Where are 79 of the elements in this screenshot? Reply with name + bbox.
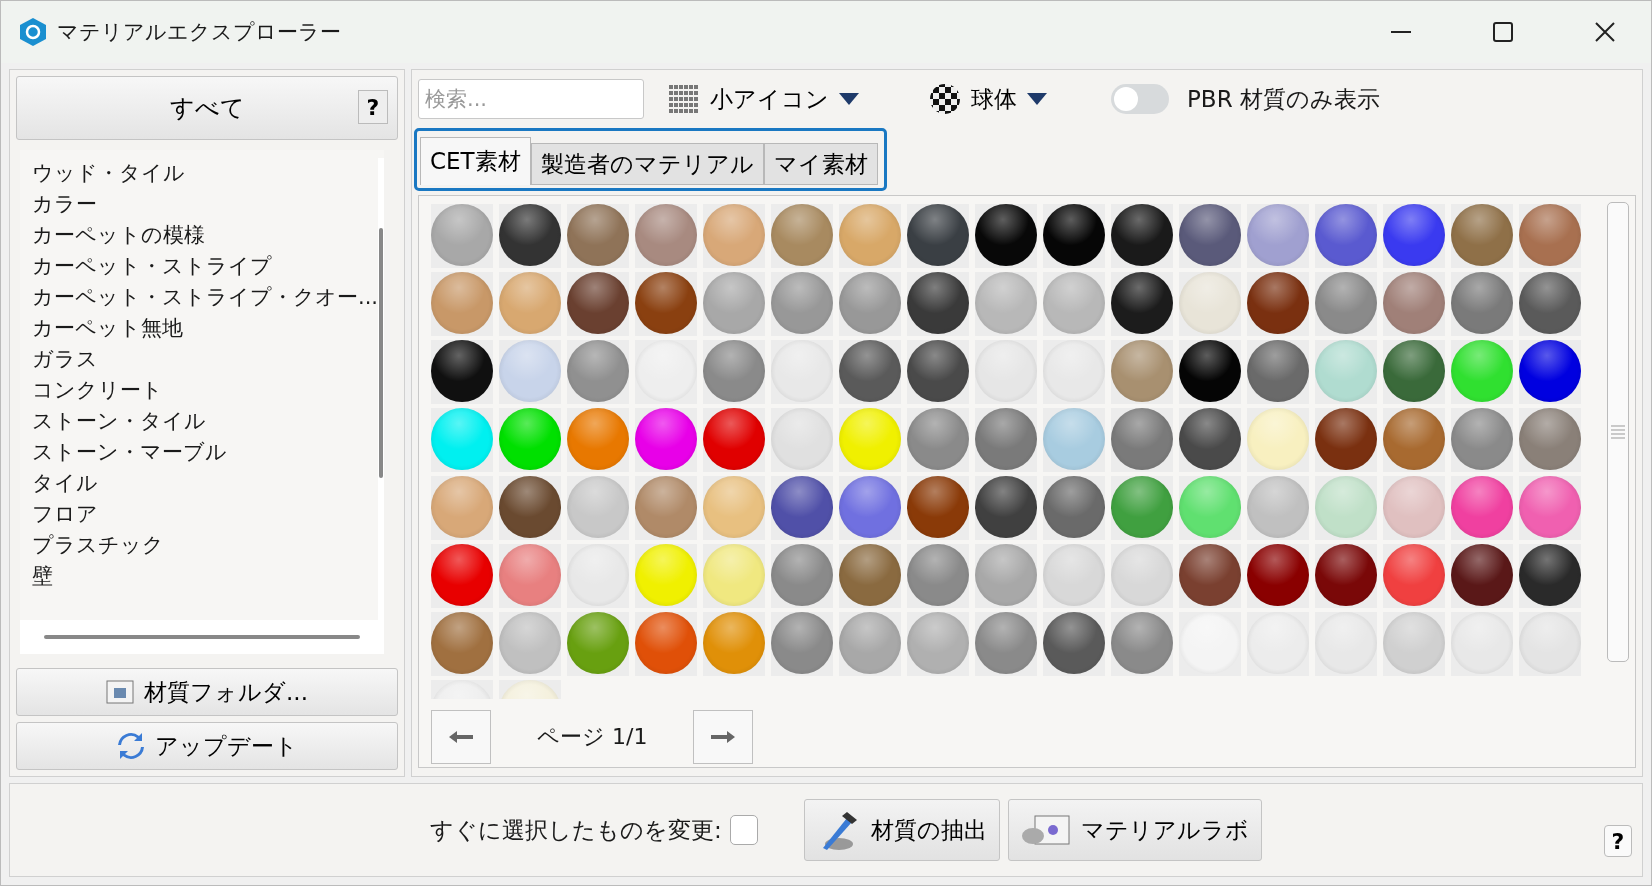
tab[interactable]: 製造者のマテリアル (530, 143, 764, 185)
material-sphere[interactable] (975, 476, 1037, 538)
maximize-icon (1493, 22, 1513, 42)
category-item[interactable]: カーペット・ストライプ (32, 251, 379, 282)
close-icon (1595, 22, 1615, 42)
tab[interactable]: マイ素材 (763, 143, 878, 185)
category-item[interactable]: フロア (32, 499, 379, 530)
pbr-toggle-label: PBR 材質のみ表示 (1187, 84, 1380, 114)
category-item[interactable]: カーペットの模様 (32, 220, 379, 251)
instant-change-checkbox[interactable] (729, 815, 758, 845)
page-indicator: ページ 1/1 (537, 723, 648, 752)
category-item[interactable]: ウッド・タイル (32, 158, 379, 189)
category-item[interactable]: コンクリート (32, 375, 379, 406)
category-item[interactable]: ガラス (32, 344, 379, 375)
category-item[interactable]: 壁 (32, 561, 379, 592)
material-sphere[interactable] (907, 204, 969, 266)
tab[interactable]: CET素材 (420, 137, 531, 185)
next-page-button[interactable] (693, 710, 754, 765)
material-sphere[interactable] (771, 476, 833, 538)
scrollbar-thumb[interactable] (379, 228, 383, 478)
category-item[interactable]: プラスチック (32, 530, 379, 561)
material-sphere[interactable] (499, 204, 561, 266)
material-sphere[interactable] (1247, 272, 1309, 334)
material-lab-icon (1020, 812, 1071, 848)
category-item[interactable]: カラー (32, 189, 379, 220)
view-size-dropdown[interactable]: 小アイコン (662, 82, 865, 116)
pbr-toggle[interactable] (1111, 84, 1169, 114)
search-field[interactable]: 検索... (418, 79, 644, 119)
left-arrow-icon (448, 730, 474, 745)
material-sphere[interactable] (1179, 408, 1241, 470)
material-sphere[interactable] (1179, 340, 1241, 402)
material-sphere[interactable] (1519, 544, 1581, 606)
material-sphere[interactable] (1043, 612, 1105, 674)
material-sphere[interactable] (907, 476, 969, 538)
category-item[interactable]: タイル (32, 468, 379, 499)
update-button[interactable]: アップデート (16, 722, 398, 770)
material-sphere[interactable] (1383, 204, 1445, 266)
material-sphere[interactable] (431, 340, 493, 402)
material-sphere[interactable] (1247, 544, 1309, 606)
checker-sphere-icon (929, 83, 961, 115)
material-sphere[interactable] (907, 272, 969, 334)
preview-shape-dropdown[interactable]: 球体 (923, 82, 1053, 116)
extract-material-button[interactable]: 材質の抽出 (803, 799, 1000, 861)
material-sphere[interactable] (499, 476, 561, 538)
folder-icon (106, 680, 135, 704)
material-sphere[interactable] (635, 272, 697, 334)
category-item[interactable]: カーペット・ストライプ・クオー... (32, 282, 379, 313)
material-sphere[interactable] (1043, 204, 1105, 266)
material-sphere[interactable] (1519, 340, 1581, 402)
material-sphere[interactable] (975, 204, 1037, 266)
app-logo-icon (19, 17, 47, 47)
material-sphere[interactable] (1451, 544, 1513, 606)
material-sphere[interactable] (1519, 272, 1581, 334)
material-sphere[interactable] (1315, 408, 1377, 470)
help-button[interactable]: ? (1604, 825, 1632, 857)
category-item[interactable]: ストーン・タイル (32, 406, 379, 437)
material-lab-button[interactable]: マテリアルラボ (1007, 799, 1262, 861)
material-sphere[interactable] (1111, 272, 1173, 334)
material-sphere[interactable] (1179, 544, 1241, 606)
minimize-icon (1391, 31, 1411, 33)
category-item[interactable]: カーペット無地 (32, 313, 379, 344)
instant-change-label: すぐに選択したものを変更: (430, 815, 722, 845)
category-item[interactable]: ストーン・マーブル (32, 437, 379, 468)
caret-icon (839, 93, 859, 105)
previous-page-button[interactable] (431, 710, 491, 765)
scrollbar-thumb[interactable] (1607, 202, 1629, 662)
grid-icon (668, 84, 700, 114)
material-sphere[interactable] (567, 272, 629, 334)
material-sphere[interactable] (839, 340, 901, 402)
scrollbar-thumb[interactable] (44, 635, 360, 639)
refresh-icon (116, 733, 145, 759)
material-sphere[interactable] (1111, 204, 1173, 266)
help-button[interactable]: ? (358, 90, 388, 124)
window-title: マテリアルエクスプローラー (57, 19, 342, 46)
right-arrow-icon (710, 730, 737, 745)
caret-icon (1027, 93, 1047, 105)
material-sphere[interactable] (907, 340, 969, 402)
material-folder-button[interactable]: 材質フォルダ... (16, 668, 398, 716)
material-sphere[interactable] (1315, 544, 1377, 606)
